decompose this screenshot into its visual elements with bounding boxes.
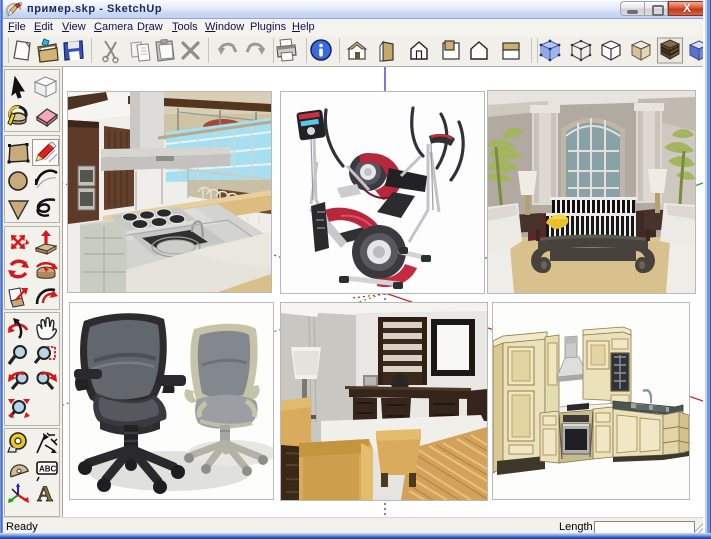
svg-text:ABC: ABC — [39, 465, 57, 474]
svg-text:A: A — [37, 481, 53, 506]
